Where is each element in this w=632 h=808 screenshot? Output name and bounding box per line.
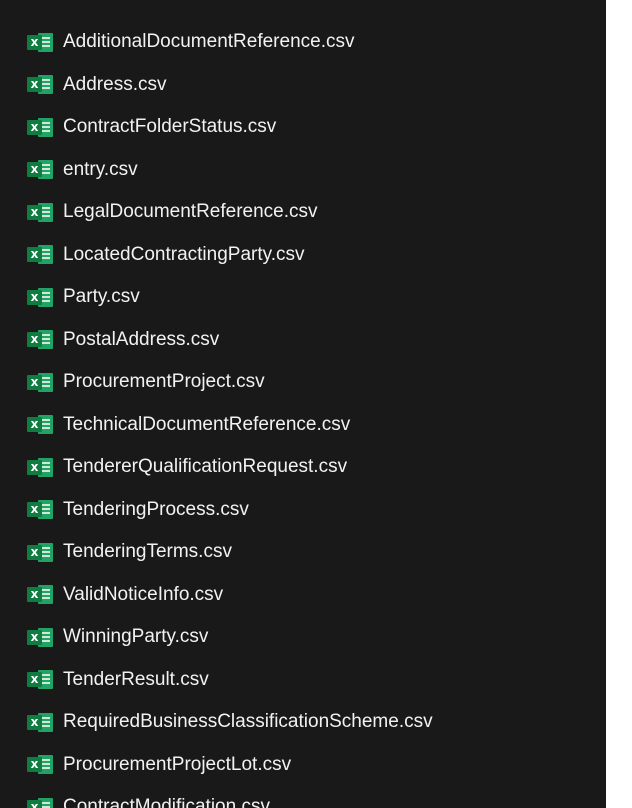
excel-csv-file-icon: x xyxy=(27,457,54,477)
file-list-item[interactable]: x WinningParty.csv xyxy=(0,616,433,659)
file-list-item[interactable]: x Party.csv xyxy=(0,276,433,319)
excel-csv-file-icon: x xyxy=(27,245,54,265)
file-name: PostalAddress.csv xyxy=(63,328,220,350)
file-list-item[interactable]: x ContractFolderStatus.csv xyxy=(0,106,433,149)
file-name: LegalDocumentReference.csv xyxy=(63,201,318,223)
excel-csv-file-icon: x xyxy=(27,797,54,808)
excel-csv-file-icon: x xyxy=(27,670,54,690)
excel-csv-file-icon: x xyxy=(27,415,54,435)
file-list-item[interactable]: x LocatedContractingParty.csv xyxy=(0,234,433,277)
file-list-item[interactable]: x TechnicalDocumentReference.csv xyxy=(0,404,433,447)
file-name: ProcurementProject.csv xyxy=(63,371,265,393)
file-name: ProcurementProjectLot.csv xyxy=(63,753,292,775)
file-name: LocatedContractingParty.csv xyxy=(63,243,305,265)
excel-csv-file-icon: x xyxy=(27,330,54,350)
file-list-item[interactable]: x ValidNoticeInfo.csv xyxy=(0,574,433,617)
file-list-item[interactable]: x Address.csv xyxy=(0,64,433,107)
file-name: Address.csv xyxy=(63,73,167,95)
excel-csv-file-icon: x xyxy=(27,542,54,562)
file-name: ContractFolderStatus.csv xyxy=(63,116,277,138)
file-name: entry.csv xyxy=(63,158,138,180)
excel-csv-file-icon: x xyxy=(27,75,54,95)
file-list-item[interactable]: x TenderingTerms.csv xyxy=(0,531,433,574)
excel-csv-file-icon: x xyxy=(27,627,54,647)
file-name: TendererQualificationRequest.csv xyxy=(63,456,348,478)
file-list-item[interactable]: x LegalDocumentReference.csv xyxy=(0,191,433,234)
file-name: ValidNoticeInfo.csv xyxy=(63,583,224,605)
excel-csv-file-icon: x xyxy=(27,585,54,605)
excel-csv-file-icon: x xyxy=(27,160,54,180)
excel-csv-file-icon: x xyxy=(27,500,54,520)
file-name: WinningParty.csv xyxy=(63,626,209,648)
file-name: TenderingTerms.csv xyxy=(63,541,232,563)
excel-csv-file-icon: x xyxy=(27,372,54,392)
excel-csv-file-icon: x xyxy=(27,287,54,307)
file-name: ContractModification.csv xyxy=(63,796,270,808)
excel-csv-file-icon: x xyxy=(27,712,54,732)
file-name: AdditionalDocumentReference.csv xyxy=(63,31,355,53)
file-name: Party.csv xyxy=(63,286,140,308)
file-list-item[interactable]: x ProcurementProject.csv xyxy=(0,361,433,404)
file-list: x AdditionalDocumentReference.csv x Addr… xyxy=(0,21,433,808)
file-list-item[interactable]: x TenderingProcess.csv xyxy=(0,489,433,532)
file-list-item[interactable]: x TenderResult.csv xyxy=(0,659,433,702)
file-list-item[interactable]: x ProcurementProjectLot.csv xyxy=(0,744,433,787)
file-list-item[interactable]: x AdditionalDocumentReference.csv xyxy=(0,21,433,64)
file-name: TenderingProcess.csv xyxy=(63,498,249,520)
excel-csv-file-icon: x xyxy=(27,202,54,222)
file-list-item[interactable]: x TendererQualificationRequest.csv xyxy=(0,446,433,489)
file-name: TechnicalDocumentReference.csv xyxy=(63,413,351,435)
excel-csv-file-icon: x xyxy=(27,32,54,52)
file-list-item[interactable]: x PostalAddress.csv xyxy=(0,319,433,362)
file-name: TenderResult.csv xyxy=(63,668,209,690)
file-list-item[interactable]: x RequiredBusinessClassificationScheme.c… xyxy=(0,701,433,744)
file-list-item[interactable]: x entry.csv xyxy=(0,149,433,192)
file-explorer-pane: x AdditionalDocumentReference.csv x Addr… xyxy=(0,0,606,808)
file-name: RequiredBusinessClassificationScheme.csv xyxy=(63,711,433,733)
file-list-item[interactable]: x ContractModification.csv xyxy=(0,786,433,808)
excel-csv-file-icon: x xyxy=(27,117,54,137)
excel-csv-file-icon: x xyxy=(27,755,54,775)
